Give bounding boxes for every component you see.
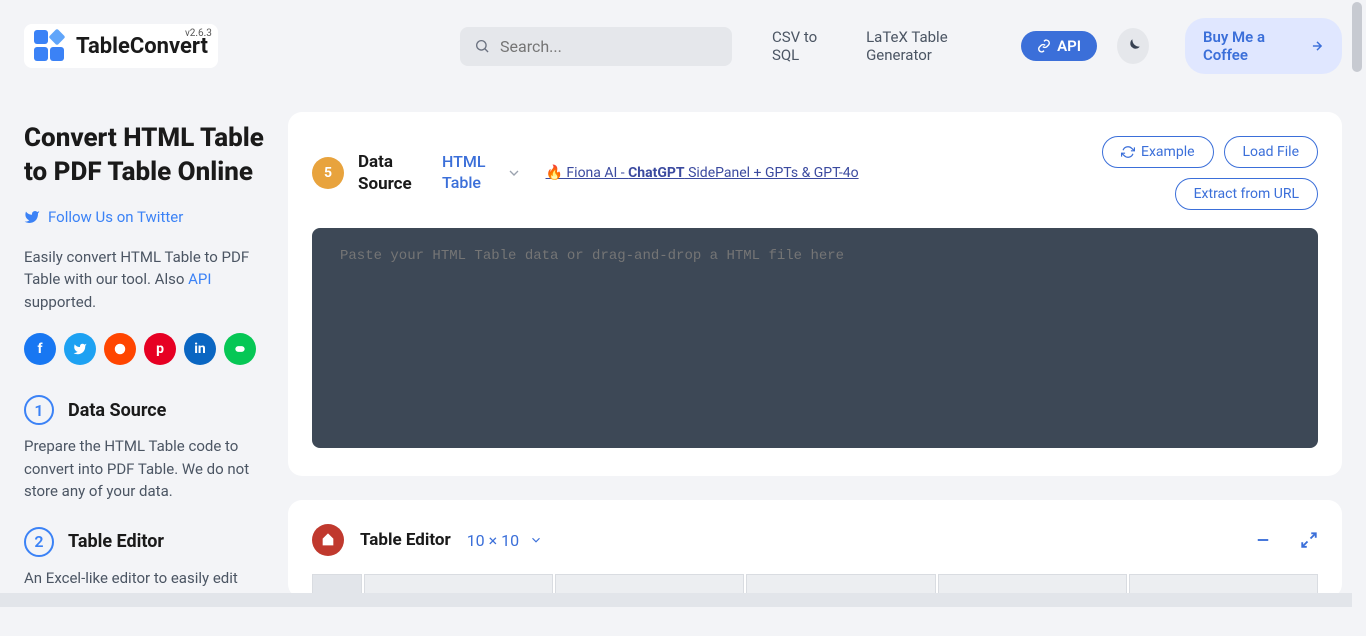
editor-title: Table Editor [360,530,451,550]
minimize-icon[interactable] [1254,531,1272,549]
reddit-icon[interactable] [104,333,136,365]
nav-csv-to-sql[interactable]: CSV to SQL [772,28,834,64]
chevron-down-icon [506,165,522,181]
twitter-label: Follow Us on Twitter [48,208,183,226]
sidebar: Convert HTML Table to PDF Table Online F… [24,92,264,636]
step-1-number: 1 [24,395,54,425]
step-2-header: 2 Table Editor [24,527,264,557]
chevron-down-icon [529,533,543,547]
twitter-link[interactable]: Follow Us on Twitter [24,208,264,226]
source-type-dropdown[interactable]: HTMLTable [442,152,522,194]
facebook-icon[interactable]: f [24,333,56,365]
extract-url-button[interactable]: Extract from URL [1175,178,1318,210]
theme-toggle[interactable] [1117,28,1149,64]
moon-icon [1124,37,1142,55]
api-button[interactable]: API [1021,31,1097,61]
step-1-title: Data Source [68,400,166,421]
html5-icon: 5 [312,157,344,189]
step-1-header: 1 Data Source [24,395,264,425]
nav-latex-generator[interactable]: LaTeX Table Generator [866,28,989,64]
twitter-icon [24,209,40,225]
pinterest-icon[interactable]: p [144,333,176,365]
page-description: Easily convert HTML Table to PDF Table w… [24,246,264,314]
line-icon[interactable] [224,333,256,365]
logo[interactable]: TableConvert v2.6.3 [24,24,218,68]
source-textarea[interactable] [312,228,1318,448]
pdf-icon [312,524,344,556]
coffee-label: Buy Me a Coffee [1203,28,1300,64]
step-1-desc: Prepare the HTML Table code to convert i… [24,435,264,503]
arrow-right-icon [1310,38,1324,54]
api-label: API [1057,37,1081,55]
scrollbar-vertical[interactable] [1350,0,1364,607]
grid-size-dropdown[interactable]: 10 × 10 [467,531,543,550]
expand-icon[interactable] [1300,531,1318,549]
page-title: Convert HTML Table to PDF Table Online [24,122,264,190]
search-input[interactable] [500,37,718,56]
social-row: f p in [24,333,264,365]
linkedin-icon[interactable]: in [184,333,216,365]
data-source-card: 5 DataSource HTMLTable 🔥 Fiona AI - Chat… [288,112,1342,476]
twitter-share-icon[interactable] [64,333,96,365]
search-icon [474,37,490,55]
api-link[interactable]: API [188,270,211,288]
example-button[interactable]: Example [1102,136,1213,168]
load-file-button[interactable]: Load File [1224,136,1318,168]
table-editor-card: Table Editor 10 × 10 [288,500,1342,598]
data-source-label: DataSource [358,151,428,195]
scrollbar-horizontal[interactable] [0,593,1352,607]
search-box[interactable] [460,27,732,66]
version-label: v2.6.3 [185,28,212,39]
promo-link[interactable]: 🔥 Fiona AI - ChatGPT SidePanel + GPTs & … [546,165,859,181]
step-2-title: Table Editor [68,531,164,552]
coffee-button[interactable]: Buy Me a Coffee [1185,18,1342,74]
top-header: TableConvert v2.6.3 CSV to SQL LaTeX Tab… [0,0,1366,92]
main-content: 5 DataSource HTMLTable 🔥 Fiona AI - Chat… [288,92,1342,636]
refresh-icon [1121,145,1135,159]
logo-icon [34,30,66,62]
link-icon [1037,39,1051,53]
step-2-number: 2 [24,527,54,557]
